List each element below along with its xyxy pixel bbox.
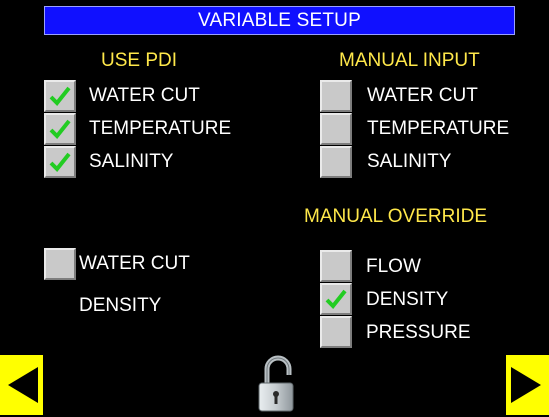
use-pdi-temperature-label: TEMPERATURE xyxy=(89,118,232,139)
override-pressure-label: PRESSURE xyxy=(366,322,471,343)
override-density-checkbox[interactable] xyxy=(320,283,352,315)
manual-input-temperature-checkbox[interactable] xyxy=(320,113,352,145)
manual-input-temperature-label: TEMPERATURE xyxy=(367,118,510,139)
checkmark-icon xyxy=(49,152,71,172)
checkmark-icon xyxy=(325,289,347,309)
page-title: VARIABLE SETUP xyxy=(198,9,361,31)
manual-input-heading: MANUAL INPUT xyxy=(339,50,480,71)
variable-setup-screen: VARIABLE SETUP USE PDI WATER CUT TEMPERA… xyxy=(0,0,549,417)
right-arrow-icon xyxy=(511,367,541,403)
density-label: DENSITY xyxy=(79,295,162,316)
use-pdi-water-cut-checkbox[interactable] xyxy=(44,80,76,112)
override-pressure-checkbox[interactable] xyxy=(320,316,352,348)
use-pdi-salinity-checkbox[interactable] xyxy=(44,146,76,178)
use-pdi-water-cut-label: WATER CUT xyxy=(89,85,200,106)
checkmark-icon xyxy=(49,86,71,106)
manual-input-salinity-label: SALINITY xyxy=(367,151,452,172)
next-page-button[interactable] xyxy=(506,355,549,415)
use-pdi-salinity-label: SALINITY xyxy=(89,151,174,172)
water-cut-density-label: WATER CUT xyxy=(79,253,190,274)
left-arrow-icon xyxy=(8,367,38,403)
unlocked-padlock-icon[interactable] xyxy=(255,355,299,413)
use-pdi-temperature-checkbox[interactable] xyxy=(44,113,76,145)
water-cut-density-checkbox[interactable] xyxy=(44,248,76,280)
manual-input-water-cut-checkbox[interactable] xyxy=(320,80,352,112)
manual-input-salinity-checkbox[interactable] xyxy=(320,146,352,178)
override-flow-label: FLOW xyxy=(366,256,421,277)
override-density-label: DENSITY xyxy=(366,289,449,310)
previous-page-button[interactable] xyxy=(0,355,43,415)
use-pdi-heading: USE PDI xyxy=(101,50,178,71)
manual-input-water-cut-label: WATER CUT xyxy=(367,85,478,106)
checkmark-icon xyxy=(49,119,71,139)
override-flow-checkbox[interactable] xyxy=(320,250,352,282)
title-bar: VARIABLE SETUP xyxy=(44,6,515,35)
manual-override-heading: MANUAL OVERRIDE xyxy=(304,206,487,227)
